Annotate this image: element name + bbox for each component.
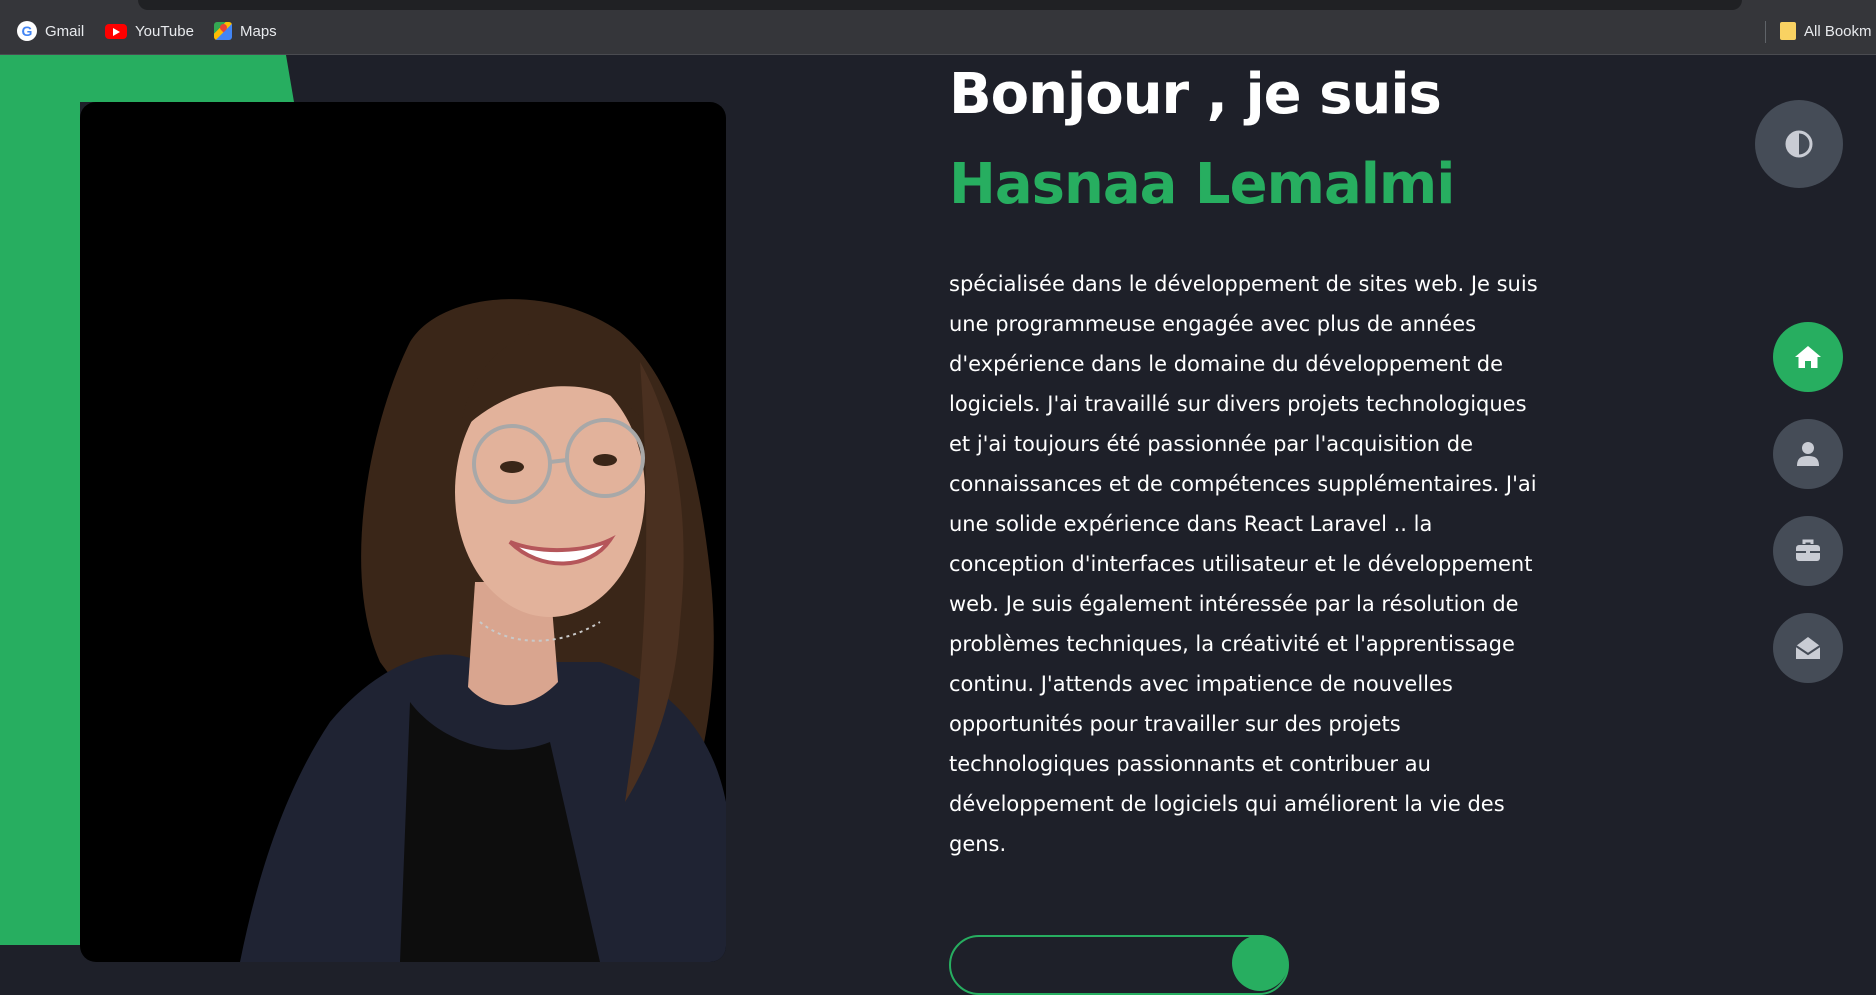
nav-portfolio-button[interactable] xyxy=(1773,516,1843,586)
browser-bookmarks-bar: G Gmail YouTube Maps All Bookm xyxy=(0,0,1876,55)
nav-home-button[interactable] xyxy=(1773,322,1843,392)
all-bookmarks-button[interactable]: All Bookm xyxy=(1780,20,1872,42)
maps-icon xyxy=(214,22,232,40)
bookmarks-divider xyxy=(1765,21,1766,43)
bookmark-gmail[interactable]: G Gmail xyxy=(17,20,84,42)
profile-photo xyxy=(80,102,726,962)
hero-name: Hasnaa Lemalmi xyxy=(949,152,1455,217)
theme-toggle-button[interactable] xyxy=(1755,100,1843,188)
folder-icon xyxy=(1780,22,1796,40)
cta-button-icon xyxy=(1232,935,1288,991)
bookmark-label: Maps xyxy=(240,22,277,40)
bookmark-maps[interactable]: Maps xyxy=(214,20,277,42)
contrast-icon xyxy=(1785,130,1813,158)
user-icon xyxy=(1797,442,1819,466)
envelope-open-icon xyxy=(1795,637,1821,659)
hero-bio: spécialisée dans le développement de sit… xyxy=(949,272,1538,856)
green-accent-strip xyxy=(0,55,80,945)
nav-contact-button[interactable] xyxy=(1773,613,1843,683)
portrait-illustration xyxy=(240,299,726,962)
hero-greeting: Bonjour , je suis xyxy=(949,62,1442,127)
home-icon xyxy=(1795,346,1821,368)
briefcase-icon xyxy=(1796,539,1820,561)
google-icon: G xyxy=(17,21,37,41)
bookmark-label: Gmail xyxy=(45,22,85,40)
all-bookmarks-label: All Bookm xyxy=(1804,22,1872,40)
bookmark-label: YouTube xyxy=(135,22,194,40)
nav-about-button[interactable] xyxy=(1773,419,1843,489)
youtube-icon xyxy=(105,23,127,39)
bookmark-youtube[interactable]: YouTube xyxy=(105,20,194,42)
address-bar[interactable] xyxy=(138,0,1742,10)
